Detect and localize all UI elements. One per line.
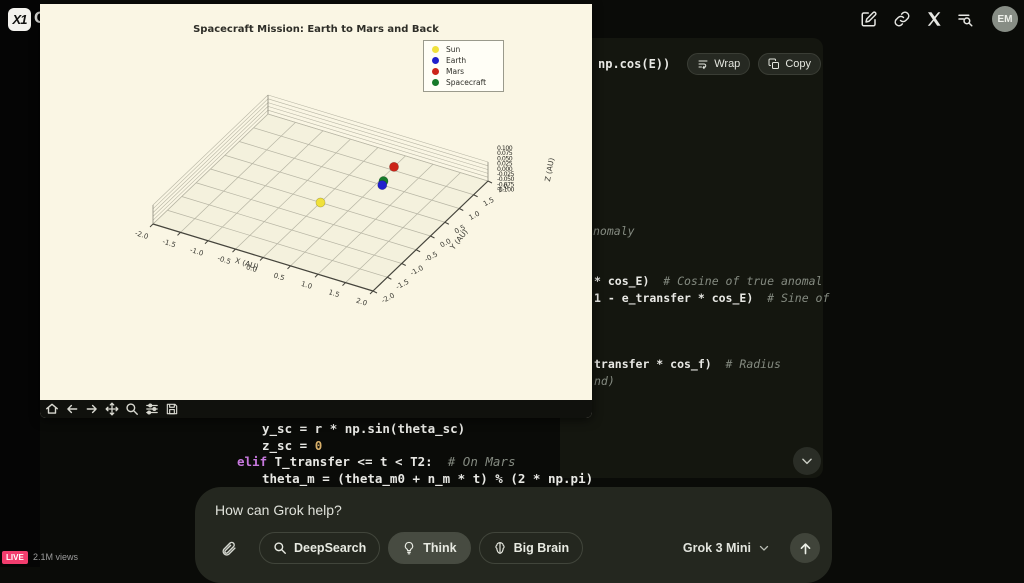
chevron-down-icon <box>758 542 770 554</box>
scroll-down-button[interactable] <box>793 447 821 475</box>
legend-item: Earth <box>429 55 499 66</box>
code-line: nomaly <box>593 224 635 238</box>
copy-button[interactable]: Copy <box>758 53 821 75</box>
live-badge: LIVE <box>2 551 28 564</box>
think-label: Think <box>423 541 456 555</box>
chat-input-bar: DeepSearch Think Big Brain Grok 3 Mini <box>195 487 832 583</box>
model-selector[interactable]: Grok 3 Mini <box>683 541 770 555</box>
legend-label: Sun <box>446 45 460 54</box>
link-button[interactable] <box>893 10 913 30</box>
x-logo-icon <box>925 10 943 28</box>
svg-text:2.0: 2.0 <box>355 297 368 308</box>
paperclip-icon <box>220 540 237 557</box>
arrow-up-icon <box>798 541 813 556</box>
code-line: transfer * cos_f) # Radius <box>594 357 781 371</box>
plot-legend: Sun Earth Mars Spacecraft <box>423 40 504 92</box>
think-button[interactable]: Think <box>388 532 470 564</box>
svg-text:-1.5: -1.5 <box>395 278 411 291</box>
link-icon <box>893 10 911 28</box>
x-logo-button[interactable] <box>925 10 945 30</box>
forward-icon[interactable] <box>85 402 99 416</box>
legend-marker <box>432 68 439 75</box>
svg-text:0.5: 0.5 <box>273 272 286 283</box>
back-icon[interactable] <box>65 402 79 416</box>
svg-text:1.5: 1.5 <box>482 196 496 208</box>
code-fragment: np.cos(E)) <box>598 57 670 71</box>
view-count: 2.1M views <box>33 552 78 562</box>
svg-text:-0.5: -0.5 <box>216 254 231 266</box>
brain-icon <box>493 541 507 555</box>
model-label: Grok 3 Mini <box>683 541 751 555</box>
code-block-header: np.cos(E)) Wrap Copy <box>560 50 823 78</box>
code-line: y_sc = r * np.sin(theta_sc) <box>262 421 465 436</box>
3d-plot-canvas[interactable]: -2.0-1.5-1.0-0.50.00.51.01.52.0-2.0-1.5-… <box>40 4 592 400</box>
svg-text:1.5: 1.5 <box>328 288 341 299</box>
svg-text:-1.5: -1.5 <box>161 238 176 250</box>
svg-text:-0.5: -0.5 <box>423 250 439 263</box>
legend-item: Spacecraft <box>429 77 499 88</box>
copy-icon <box>768 58 780 70</box>
svg-text:-0.100: -0.100 <box>497 187 515 194</box>
legend-item: Mars <box>429 66 499 77</box>
subplots-icon[interactable] <box>145 402 159 416</box>
legend-label: Spacecraft <box>446 78 486 87</box>
copy-label: Copy <box>785 58 811 70</box>
deepsearch-label: DeepSearch <box>294 541 366 555</box>
attach-button[interactable] <box>213 533 243 563</box>
svg-text:-2.0: -2.0 <box>134 229 149 241</box>
search-history-button[interactable] <box>956 10 976 30</box>
legend-label: Mars <box>446 67 464 76</box>
chevron-down-icon <box>800 454 814 468</box>
zoom-icon[interactable] <box>125 402 139 416</box>
bigbrain-label: Big Brain <box>514 541 570 555</box>
matplotlib-toolbar <box>40 400 592 418</box>
video-left-strip <box>0 0 40 567</box>
home-icon[interactable] <box>45 402 59 416</box>
legend-marker <box>432 79 439 86</box>
lightbulb-icon <box>402 541 416 555</box>
matplotlib-window: Spacecraft Mission: Earth to Mars and Ba… <box>40 4 592 418</box>
svg-text:1.0: 1.0 <box>300 280 313 291</box>
code-line: 1 - e_transfer * cos_E) # Sine of <box>594 291 829 305</box>
search-history-icon <box>956 10 974 28</box>
svg-text:Y (AU): Y (AU) <box>448 227 470 252</box>
send-button[interactable] <box>790 533 820 563</box>
compose-edit-icon <box>860 10 878 28</box>
svg-text:-1.0: -1.0 <box>409 264 425 277</box>
code-line: nd) <box>594 374 615 388</box>
code-line: elif T_transfer <= t < T2: # On Mars <box>237 454 515 469</box>
wrap-label: Wrap <box>714 58 740 70</box>
legend-marker <box>432 46 439 53</box>
save-icon[interactable] <box>165 402 179 416</box>
svg-text:-1.0: -1.0 <box>189 246 204 258</box>
chat-input[interactable] <box>213 501 637 519</box>
edit-button[interactable] <box>860 10 880 30</box>
legend-item: Sun <box>429 44 499 55</box>
code-line: z_sc = 0 <box>262 438 322 453</box>
svg-text:-2.0: -2.0 <box>380 291 396 304</box>
avatar[interactable]: EM <box>992 6 1018 32</box>
legend-marker <box>432 57 439 64</box>
wrap-icon <box>697 58 709 70</box>
search-icon <box>273 541 287 555</box>
legend-label: Earth <box>446 56 466 65</box>
deepsearch-button[interactable]: DeepSearch <box>259 532 380 564</box>
code-block-panel <box>560 38 823 478</box>
bigbrain-button[interactable]: Big Brain <box>479 532 584 564</box>
svg-text:Z (AU): Z (AU) <box>543 157 556 182</box>
pan-icon[interactable] <box>105 402 119 416</box>
code-line: theta_m = (theta_m0 + n_m * t) % (2 * np… <box>262 471 593 486</box>
wrap-button[interactable]: Wrap <box>687 53 750 75</box>
x1-logo: X1 <box>8 8 31 31</box>
code-line: * cos_E) # Cosine of true anomal <box>594 274 822 288</box>
svg-text:1.0: 1.0 <box>468 210 482 222</box>
code-lines-below: y_sc = r * np.sin(theta_sc) z_sc = 0elif … <box>200 418 620 487</box>
